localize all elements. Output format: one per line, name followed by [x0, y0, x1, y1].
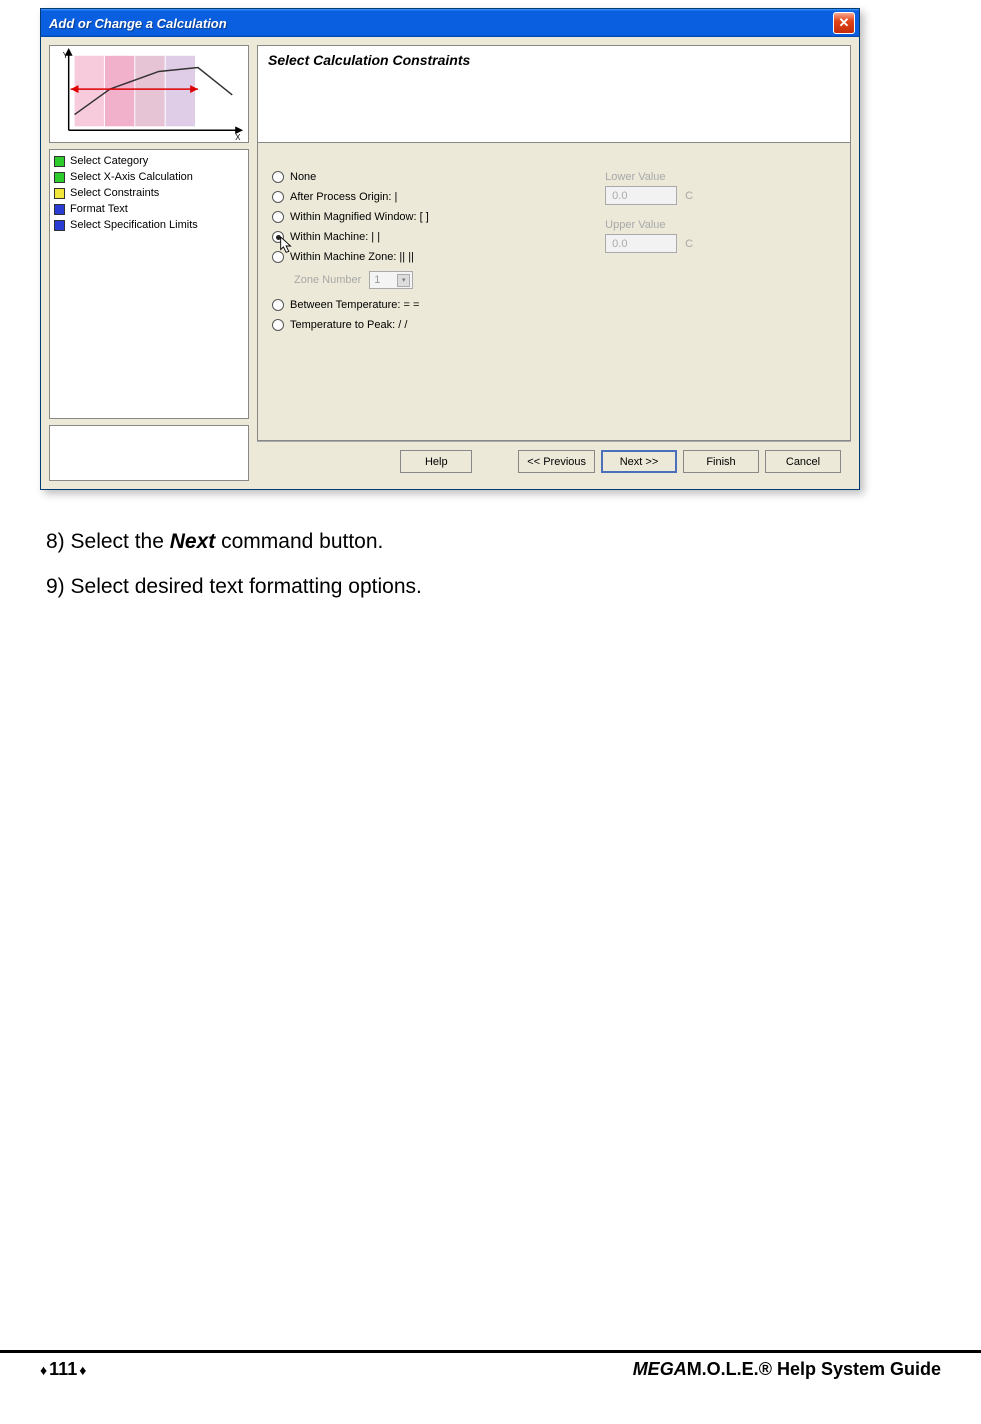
radio-within-magnified[interactable]: Within Magnified Window: [ ] [272, 211, 595, 223]
radio-within-machine-zone[interactable]: Within Machine Zone: || || [272, 251, 595, 263]
finish-button[interactable]: Finish [683, 450, 759, 473]
radio-icon [272, 299, 284, 311]
zone-label: Zone Number [294, 274, 361, 286]
radio-icon [272, 251, 284, 263]
options-panel: None After Process Origin: | Within Magn… [257, 143, 851, 441]
description-box [49, 425, 249, 481]
cancel-button[interactable]: Cancel [765, 450, 841, 473]
upper-value-label: Upper Value [605, 219, 836, 231]
close-button[interactable]: ✕ [833, 12, 855, 34]
step-label: Format Text [70, 201, 128, 217]
steps-list: Select Category Select X-Axis Calculatio… [49, 149, 249, 419]
radio-label: After Process Origin: | [290, 191, 397, 203]
help-button[interactable]: Help [400, 450, 472, 473]
titlebar: Add or Change a Calculation ✕ [41, 9, 859, 37]
lower-value-group: Lower Value 0.0 C [605, 171, 836, 205]
previous-button[interactable]: << Previous [518, 450, 595, 473]
instruction-text: 8) Select the Next command button. 9) Se… [40, 526, 941, 603]
zone-value: 1 [374, 274, 380, 286]
instruction-line-9: 9) Select desired text formatting option… [46, 571, 935, 604]
step-label: Select Category [70, 153, 148, 169]
upper-value-group: Upper Value 0.0 C [605, 219, 836, 253]
step-color-icon [54, 156, 65, 167]
window-title: Add or Change a Calculation [49, 16, 227, 31]
lower-value-unit: C [685, 190, 693, 202]
step-item: Select Constraints [54, 185, 244, 201]
radio-icon [272, 191, 284, 203]
page-footer: ♦111♦ MEGAM.O.L.E.® Help System Guide [0, 1350, 981, 1388]
lower-value-label: Lower Value [605, 171, 836, 183]
step-item: Select Category [54, 153, 244, 169]
upper-value-unit: C [685, 238, 693, 250]
button-bar: Help << Previous Next >> Finish Cancel [257, 441, 851, 481]
radio-within-machine[interactable]: Within Machine: | | [272, 231, 595, 243]
chevron-down-icon: ▾ [397, 274, 410, 287]
radio-label: None [290, 171, 316, 183]
step-color-icon [54, 220, 65, 231]
step-color-icon [54, 172, 65, 183]
radio-icon [272, 211, 284, 223]
zone-select[interactable]: 1 ▾ [369, 271, 413, 289]
step-label: Select Constraints [70, 185, 159, 201]
radio-label: Within Magnified Window: [ ] [290, 211, 429, 223]
diamond-icon: ♦ [40, 1362, 47, 1378]
step-item: Select X-Axis Calculation [54, 169, 244, 185]
step-label: Select Specification Limits [70, 217, 198, 233]
radio-none[interactable]: None [272, 171, 595, 183]
radio-label: Between Temperature: = = [290, 299, 419, 311]
guide-title: MEGAM.O.L.E.® Help System Guide [633, 1359, 941, 1380]
radio-icon [272, 319, 284, 331]
upper-value-input[interactable]: 0.0 [605, 234, 677, 253]
svg-text:Y: Y [63, 51, 69, 60]
radio-between-temp[interactable]: Between Temperature: = = [272, 299, 595, 311]
next-button[interactable]: Next >> [601, 450, 677, 473]
radio-label: Within Machine: | | [290, 231, 380, 243]
diamond-icon: ♦ [79, 1362, 86, 1378]
step-item: Format Text [54, 201, 244, 217]
step-color-icon [54, 188, 65, 199]
radio-label: Within Machine Zone: || || [290, 251, 414, 263]
heading-panel: Select Calculation Constraints [257, 45, 851, 143]
panel-heading: Select Calculation Constraints [268, 52, 470, 68]
close-icon: ✕ [839, 15, 850, 31]
chart-preview: Y X [49, 45, 249, 143]
radio-label: Temperature to Peak: / / [290, 319, 407, 331]
page-number: ♦111♦ [40, 1359, 86, 1380]
zone-number-row: Zone Number 1 ▾ [294, 271, 595, 289]
svg-text:X: X [235, 133, 241, 142]
step-label: Select X-Axis Calculation [70, 169, 193, 185]
radio-temp-to-peak[interactable]: Temperature to Peak: / / [272, 319, 595, 331]
radio-after-process[interactable]: After Process Origin: | [272, 191, 595, 203]
dialog-window: Add or Change a Calculation ✕ [40, 8, 860, 490]
radio-icon [272, 171, 284, 183]
step-color-icon [54, 204, 65, 215]
lower-value-input[interactable]: 0.0 [605, 186, 677, 205]
step-item: Select Specification Limits [54, 217, 244, 233]
instruction-line-8: 8) Select the Next command button. [46, 526, 935, 559]
